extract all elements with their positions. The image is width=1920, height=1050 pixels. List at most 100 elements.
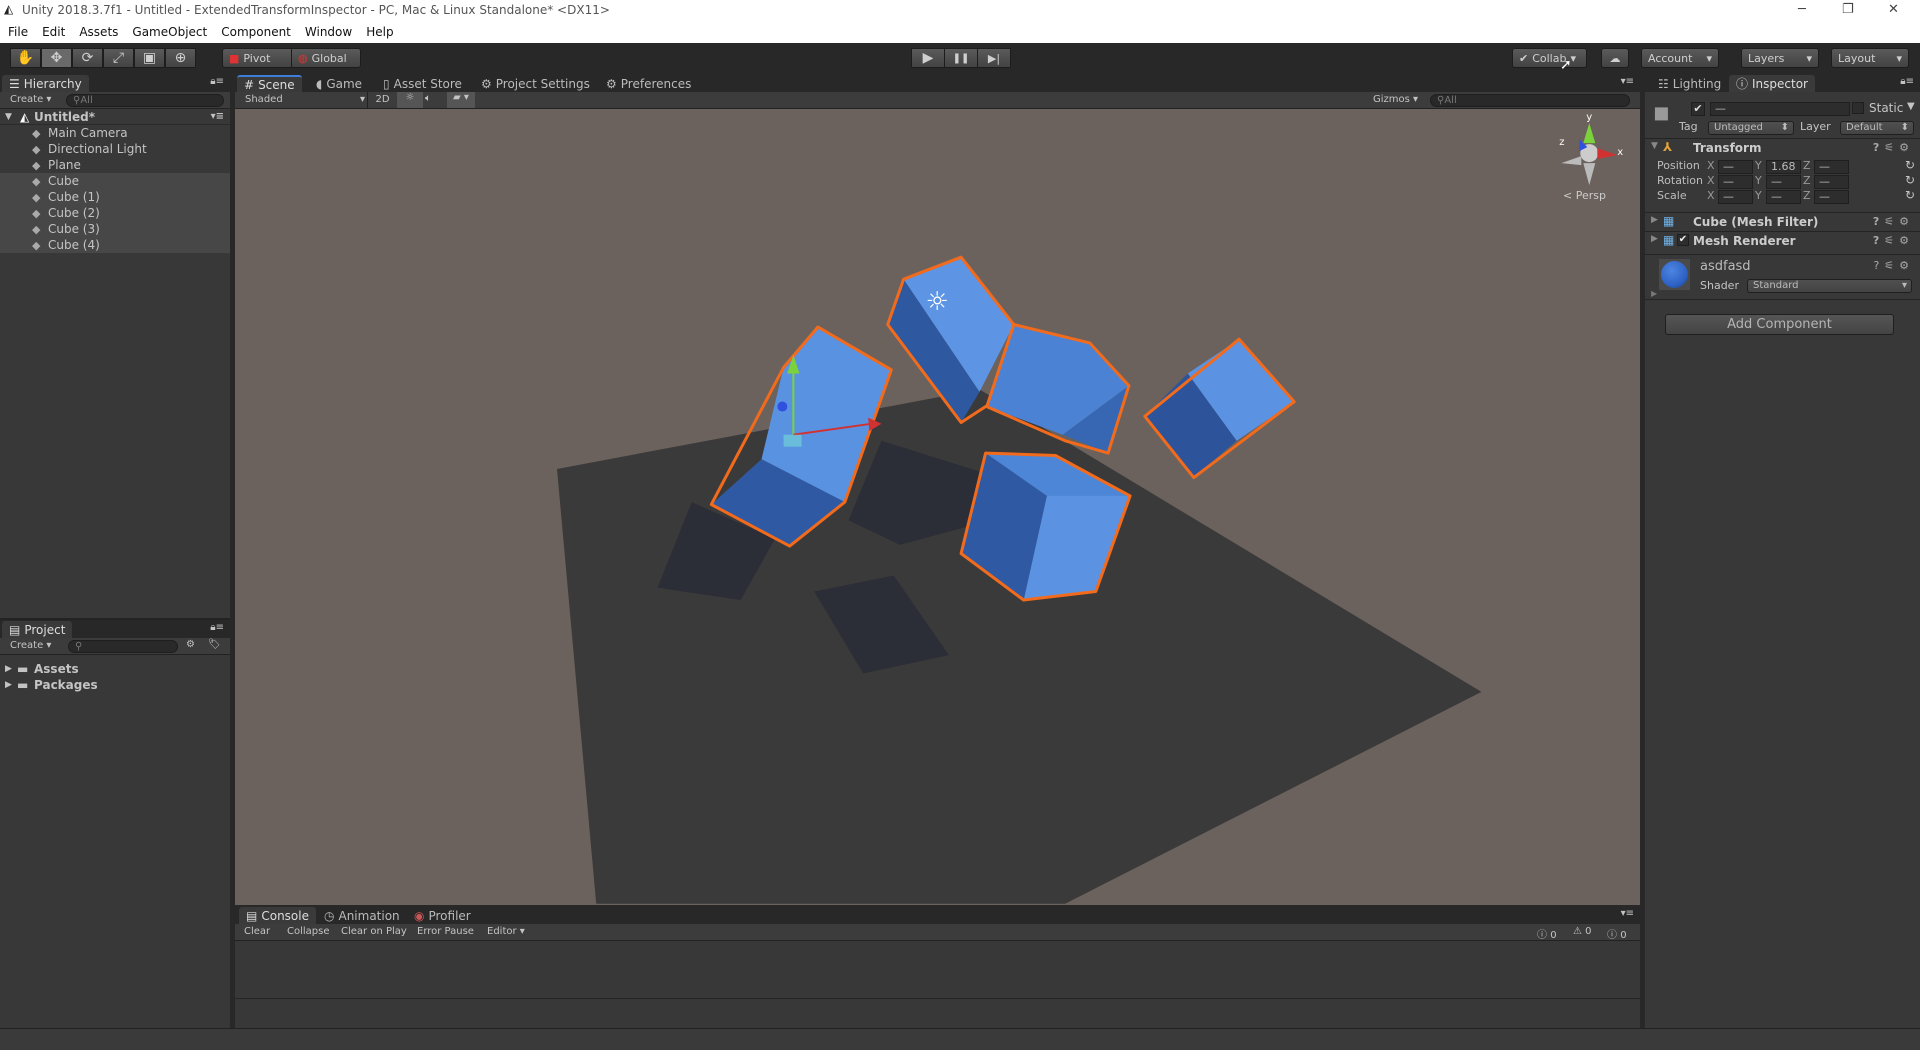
component-header-icons[interactable]: ?⚟⚙ [1873,234,1914,247]
gizmos-dropdown[interactable]: Gizmos ▾ [1373,94,1418,105]
expand-arrow-icon[interactable]: ▶ [5,677,12,693]
move-tool-button[interactable]: ✥ [41,48,72,68]
hierarchy-search-input[interactable]: ⚲All [66,94,224,107]
expand-arrow-icon[interactable]: ▼ [5,109,12,125]
enabled-checkbox[interactable]: ✔ [1677,234,1689,246]
hierarchy-item[interactable]: ◆ Main Camera [0,125,230,141]
info-count-toggle[interactable]: ⓘ 0 [1537,926,1557,941]
tab-console[interactable]: ▤ Console [239,907,316,924]
tab-asset-store[interactable]: ▯ Asset Store [376,75,469,92]
foldout-arrow-icon[interactable]: ▶ [1651,289,1657,298]
transform-tool-button[interactable]: ⊕ [165,48,196,68]
hierarchy-item[interactable]: ◆ Cube (4) [0,237,230,253]
lock-menu-icon[interactable]: 🔒︎≡ [1900,76,1914,87]
cloud-button[interactable]: ☁ [1601,48,1629,68]
shading-dropdown[interactable]: Shaded ▾ [245,94,365,105]
collapse-button[interactable]: Collapse [287,926,330,937]
warning-count-toggle[interactable]: ⚠ 0 [1573,926,1592,937]
lock-menu-icon[interactable]: 🔒︎≡ [210,76,224,87]
error-pause-button[interactable]: Error Pause [417,926,474,937]
folder-packages[interactable]: ▶ ▬ Packages [0,677,230,693]
rect-tool-button[interactable]: ▣ [134,48,165,68]
tab-preferences[interactable]: ⚙ Preferences [599,75,698,92]
mesh-renderer-header[interactable]: ▶ ▦ ✔ Mesh Renderer ?⚟⚙ [1645,231,1920,250]
name-field[interactable]: — [1710,102,1850,116]
menu-component[interactable]: Component [221,25,291,40]
y-field[interactable]: — [1766,190,1801,204]
hierarchy-item[interactable]: ◆ Cube (3) [0,221,230,237]
hierarchy-item[interactable]: ◆ Cube [0,173,230,189]
panel-menu-icon[interactable]: ▾≡ [1621,76,1634,87]
layer-dropdown[interactable]: Default ⬍ [1840,121,1914,135]
tab-project-settings[interactable]: ⚙ Project Settings [474,75,597,92]
add-component-button[interactable]: Add Component [1665,314,1894,335]
layout-dropdown[interactable]: Layout ▾ [1831,48,1909,68]
restore-button[interactable]: ❐ [1842,2,1854,17]
x-field[interactable]: — [1718,175,1753,189]
directional-light-icon[interactable]: ☼ [926,287,949,317]
tab-inspector[interactable]: ⓘ Inspector [1729,75,1815,92]
scene-search-input[interactable]: ⚲All [1430,94,1630,107]
reset-icon[interactable]: ↻ [1905,173,1915,187]
foldout-arrow-icon[interactable]: ▼ [1651,141,1658,151]
menu-window[interactable]: Window [305,25,352,40]
z-field[interactable]: — [1814,160,1849,174]
filter-label-icon[interactable]: 🏷︎ [208,639,221,650]
persp-label[interactable]: < Persp [1563,189,1606,202]
expand-arrow-icon[interactable]: ▶ [5,661,12,677]
scale-tool-button[interactable]: ⤢ [103,48,134,68]
component-header-icons[interactable]: ?⚟⚙ [1873,141,1914,154]
foldout-arrow-icon[interactable]: ▶ [1651,215,1658,225]
editor-dropdown[interactable]: Editor ▾ [487,926,525,937]
audio-toggle[interactable]: 🔈︎ [425,93,431,104]
active-checkbox[interactable]: ✔ [1691,102,1705,116]
tab-scene[interactable]: # Scene [237,75,302,92]
x-field[interactable]: — [1718,190,1753,204]
tab-project[interactable]: ▤ Project [2,621,73,638]
shader-dropdown[interactable]: Standard ▾ [1747,279,1912,293]
pause-button[interactable]: ❚❚ [944,48,978,68]
tab-game[interactable]: ◖ Game [309,75,369,92]
menu-file[interactable]: File [8,25,28,40]
folder-assets[interactable]: ▶ ▬ Assets [0,661,230,677]
component-header-icons[interactable]: ?⚟⚙ [1873,259,1914,272]
account-dropdown[interactable]: Account ▾ [1641,48,1719,68]
menu-assets[interactable]: Assets [79,25,118,40]
create-dropdown[interactable]: Create ▾ [10,94,51,105]
play-button[interactable]: ▶ [911,48,945,68]
global-toggle[interactable]: ◍ Global [291,48,361,68]
tab-hierarchy[interactable]: ☰ Hierarchy [2,75,89,92]
tag-dropdown[interactable]: Untagged ⬍ [1708,121,1794,135]
clear-button[interactable]: Clear [244,926,270,937]
lock-menu-icon[interactable]: 🔒︎≡ [210,622,224,633]
lighting-toggle[interactable]: ☼ [397,92,423,108]
menu-gameobject[interactable]: GameObject [132,25,207,40]
clear-on-play-button[interactable]: Clear on Play [341,926,407,937]
component-header-icons[interactable]: ?⚟⚙ [1873,215,1914,228]
y-field[interactable]: — [1766,175,1801,189]
tab-lighting[interactable]: ☷ Lighting [1651,75,1728,92]
pivot-toggle[interactable]: ■ Pivot [222,48,292,68]
menu-help[interactable]: Help [366,25,393,40]
error-count-toggle[interactable]: ⓘ 0 [1607,926,1627,941]
hierarchy-item[interactable]: ◆ Cube (1) [0,189,230,205]
static-checkbox[interactable] [1852,102,1864,114]
menu-edit[interactable]: Edit [42,25,65,40]
panel-menu-icon[interactable]: ▾≡ [1621,908,1634,919]
mesh-filter-header[interactable]: ▶ ▦ Cube (Mesh Filter) ?⚟⚙ [1645,212,1920,231]
z-field[interactable]: — [1814,175,1849,189]
foldout-arrow-icon[interactable]: ▶ [1651,234,1658,244]
rotate-tool-button[interactable]: ⟳ [72,48,103,68]
transform-header[interactable]: ▼ ⅄ Transform ?⚟⚙ [1645,138,1920,157]
collab-button[interactable]: ✔ Collab ▾ [1512,48,1587,68]
scene-menu-icon[interactable]: ▾≡ [211,109,224,125]
hierarchy-item[interactable]: ◆ Cube (2) [0,205,230,221]
hierarchy-item[interactable]: ◆ Directional Light [0,141,230,157]
filter-type-icon[interactable]: ⚙ [186,639,195,650]
static-dropdown-icon[interactable]: ▼ [1907,101,1915,112]
project-search-input[interactable]: ⚲ [68,640,178,653]
minimize-button[interactable]: ─ [1798,2,1806,17]
tab-animation[interactable]: ◷ Animation [317,907,407,924]
create-dropdown[interactable]: Create ▾ [10,640,51,651]
x-field[interactable]: — [1718,160,1753,174]
